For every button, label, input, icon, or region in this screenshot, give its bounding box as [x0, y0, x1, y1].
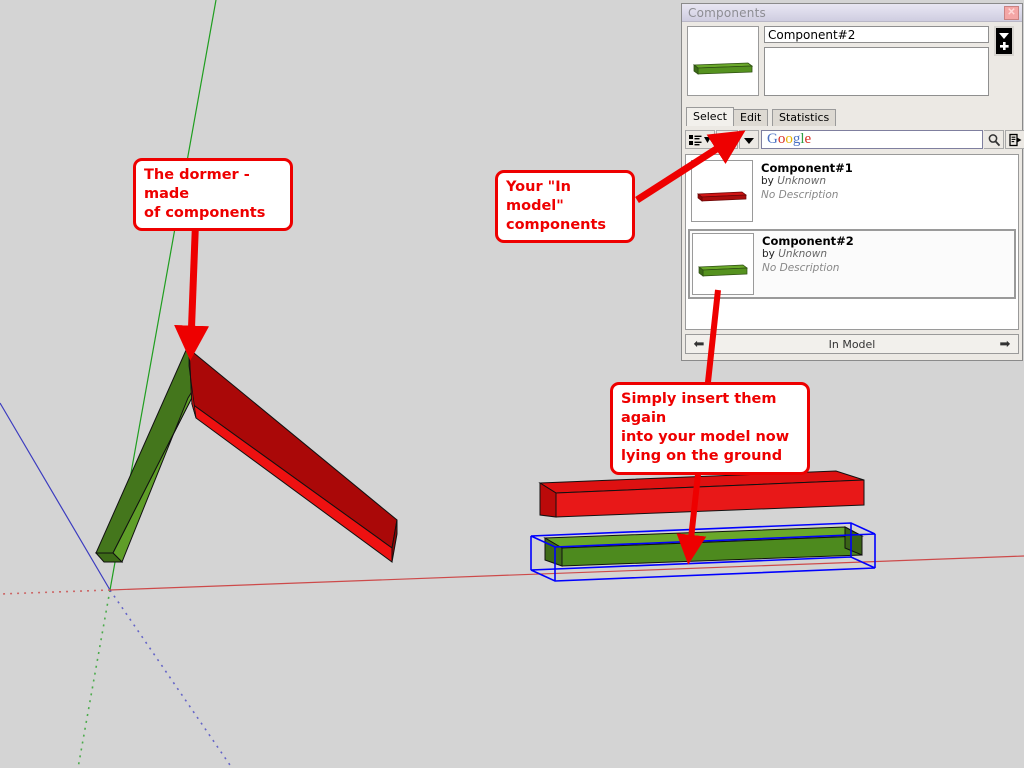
component-thumbnail [691, 160, 753, 222]
navigate-details-glyph [1009, 133, 1022, 146]
axis-blue-positive [0, 402, 111, 591]
component-name-input[interactable] [764, 26, 989, 43]
navigate-details-icon[interactable] [1005, 130, 1024, 149]
panel-tabs: Select Edit Statistics [682, 107, 1022, 126]
red-beam-front-face [191, 402, 393, 563]
in-model-label: In Model [828, 337, 876, 351]
component-author: Unknown [777, 175, 826, 188]
components-panel[interactable]: Components ✕ Component#2 Select Edit Sta… [681, 3, 1024, 361]
tab-edit[interactable]: Edit [733, 109, 769, 126]
component-author: Unknown [778, 248, 827, 261]
panel-toolbar: Google [685, 130, 1024, 150]
magnifier-icon[interactable] [984, 130, 1004, 149]
component-name: Component#1 [761, 161, 853, 175]
preview-thumbnail [692, 62, 754, 75]
search-input[interactable]: Google [761, 130, 983, 149]
axis-blue-negative [109, 589, 233, 768]
list-view-glyph [689, 134, 711, 145]
panel-title: Components [688, 6, 766, 20]
arrow-left-icon[interactable]: ⬅ [686, 336, 712, 352]
component-description: No Description [761, 188, 839, 201]
list-item[interactable]: Component#1 by Unknown No Description [688, 157, 1016, 227]
close-glyph: ✕ [1007, 7, 1016, 18]
dropdown-plus-icon[interactable] [994, 26, 1014, 56]
component-author-line: by Unknown [761, 175, 1015, 188]
chevron-down-glyph [744, 137, 754, 144]
component-name: Component#2 [762, 234, 854, 248]
component-list[interactable]: Component#1 by Unknown No Description Co… [685, 154, 1019, 330]
tab-select[interactable]: Select [686, 107, 734, 126]
panel-status-bar: ⬅ In Model ➡ [685, 334, 1019, 354]
component-meta: Component#1 by Unknown No Description [755, 158, 1015, 226]
stack-glyph [996, 28, 1012, 54]
dormer-red-beam[interactable] [188, 347, 398, 563]
axis-red-negative [0, 589, 111, 595]
thumbnail-green-beam [698, 264, 748, 277]
axis-green-negative [77, 589, 111, 768]
home-icon[interactable] [716, 130, 738, 149]
close-icon[interactable]: ✕ [1004, 6, 1019, 20]
magnifier-glyph [988, 133, 1000, 146]
tab-statistics[interactable]: Statistics [772, 109, 837, 126]
callout-insert: Simply insert them again into your model… [610, 382, 810, 475]
red-beam-top-face [188, 347, 398, 549]
list-item[interactable]: Component#2 by Unknown No Description [688, 229, 1016, 299]
list-view-icon[interactable] [685, 130, 715, 149]
callout-in-model: Your "In model" components [495, 170, 635, 244]
component-meta: Component#2 by Unknown No Description [756, 231, 1014, 297]
arrow-right-icon[interactable]: ➡ [992, 336, 1018, 352]
google-placeholder: Google [767, 131, 812, 147]
selected-component-preview [687, 26, 759, 96]
by-label: by [761, 175, 774, 188]
app-root: Components ✕ Component#2 Select Edit Sta… [0, 0, 1024, 768]
chevron-down-icon[interactable] [739, 130, 759, 149]
component-description-input[interactable] [764, 47, 989, 96]
panel-titlebar[interactable]: Components ✕ [682, 4, 1022, 22]
component-description: No Description [762, 261, 840, 274]
callout-dormer: The dormer - made of components [133, 158, 293, 232]
dormer-assembly[interactable] [94, 347, 398, 563]
placed-red-beam[interactable] [538, 470, 865, 518]
by-label: by [762, 248, 775, 261]
component-author-line: by Unknown [762, 248, 1014, 261]
thumbnail-red-beam [697, 191, 747, 202]
panel-detail-area [682, 22, 1022, 102]
component-thumbnail [692, 233, 754, 295]
home-glyph [719, 132, 735, 147]
